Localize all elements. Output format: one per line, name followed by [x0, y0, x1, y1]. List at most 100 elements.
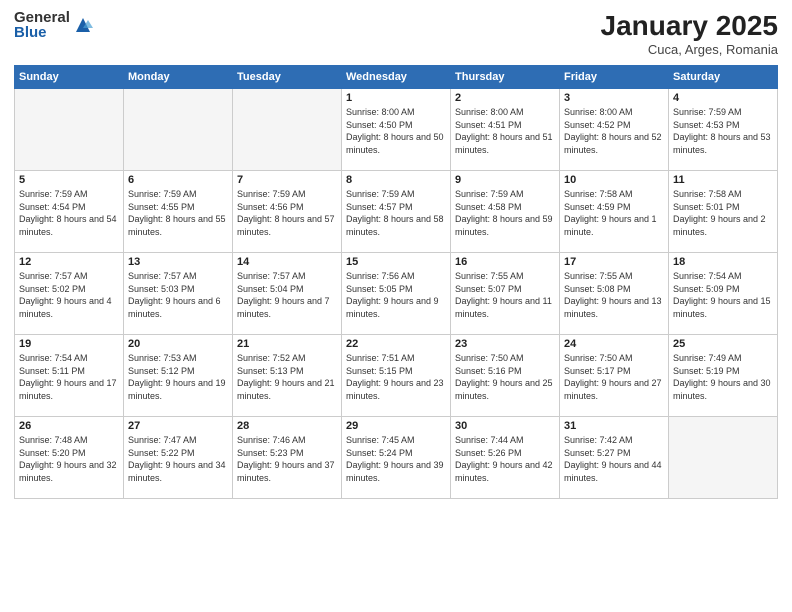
day-number: 14	[237, 256, 337, 268]
day-number: 4	[673, 92, 773, 104]
day-number: 10	[564, 174, 664, 186]
day-number: 22	[346, 338, 446, 350]
col-tuesday: Tuesday	[233, 66, 342, 89]
day-number: 16	[455, 256, 555, 268]
day-info: Sunrise: 7:54 AM Sunset: 5:11 PM Dayligh…	[19, 352, 119, 402]
logo-blue: Blue	[14, 25, 70, 40]
calendar-week-row: 12 Sunrise: 7:57 AM Sunset: 5:02 PM Dayli…	[15, 253, 778, 335]
calendar-day-cell: 15 Sunrise: 7:56 AM Sunset: 5:05 PM Dayli…	[342, 253, 451, 335]
day-info: Sunrise: 7:58 AM Sunset: 4:59 PM Dayligh…	[564, 188, 664, 238]
calendar-table: Sunday Monday Tuesday Wednesday Thursday…	[14, 65, 778, 499]
day-info: Sunrise: 7:59 AM Sunset: 4:54 PM Dayligh…	[19, 188, 119, 238]
calendar-week-row: 1 Sunrise: 8:00 AM Sunset: 4:50 PM Daylig…	[15, 89, 778, 171]
day-number: 9	[455, 174, 555, 186]
day-number: 25	[673, 338, 773, 350]
day-info: Sunrise: 7:59 AM Sunset: 4:53 PM Dayligh…	[673, 106, 773, 156]
day-info: Sunrise: 7:51 AM Sunset: 5:15 PM Dayligh…	[346, 352, 446, 402]
day-number: 26	[19, 420, 119, 432]
day-info: Sunrise: 8:00 AM Sunset: 4:51 PM Dayligh…	[455, 106, 555, 156]
location: Cuca, Arges, Romania	[601, 42, 778, 57]
calendar-week-row: 19 Sunrise: 7:54 AM Sunset: 5:11 PM Dayli…	[15, 335, 778, 417]
day-number: 19	[19, 338, 119, 350]
day-number: 15	[346, 256, 446, 268]
day-info: Sunrise: 7:54 AM Sunset: 5:09 PM Dayligh…	[673, 270, 773, 320]
logo-text: General Blue	[14, 10, 70, 40]
calendar-day-cell	[669, 417, 778, 499]
calendar-day-cell	[233, 89, 342, 171]
calendar-day-cell: 5 Sunrise: 7:59 AM Sunset: 4:54 PM Daylig…	[15, 171, 124, 253]
calendar-day-cell: 20 Sunrise: 7:53 AM Sunset: 5:12 PM Dayli…	[124, 335, 233, 417]
day-number: 29	[346, 420, 446, 432]
day-info: Sunrise: 7:58 AM Sunset: 5:01 PM Dayligh…	[673, 188, 773, 238]
col-thursday: Thursday	[451, 66, 560, 89]
col-friday: Friday	[560, 66, 669, 89]
day-info: Sunrise: 8:00 AM Sunset: 4:52 PM Dayligh…	[564, 106, 664, 156]
day-number: 21	[237, 338, 337, 350]
calendar-day-cell: 21 Sunrise: 7:52 AM Sunset: 5:13 PM Dayli…	[233, 335, 342, 417]
calendar-day-cell: 2 Sunrise: 8:00 AM Sunset: 4:51 PM Daylig…	[451, 89, 560, 171]
calendar-day-cell: 9Sunrise: 7:59 AM Sunset: 4:58 PM Daylig…	[451, 171, 560, 253]
day-info: Sunrise: 7:45 AM Sunset: 5:24 PM Dayligh…	[346, 434, 446, 484]
header: General Blue January 2025 Cuca, Arges, R…	[14, 10, 778, 57]
day-number: 6	[128, 174, 228, 186]
day-number: 24	[564, 338, 664, 350]
col-monday: Monday	[124, 66, 233, 89]
day-info: Sunrise: 7:55 AM Sunset: 5:08 PM Dayligh…	[564, 270, 664, 320]
day-info: Sunrise: 7:59 AM Sunset: 4:56 PM Dayligh…	[237, 188, 337, 238]
day-number: 20	[128, 338, 228, 350]
page: General Blue January 2025 Cuca, Arges, R…	[0, 0, 792, 612]
logo-general: General	[14, 10, 70, 25]
calendar-day-cell: 10 Sunrise: 7:58 AM Sunset: 4:59 PM Dayli…	[560, 171, 669, 253]
calendar-day-cell: 19 Sunrise: 7:54 AM Sunset: 5:11 PM Dayli…	[15, 335, 124, 417]
calendar-day-cell: 11 Sunrise: 7:58 AM Sunset: 5:01 PM Dayli…	[669, 171, 778, 253]
calendar-header-row: Sunday Monday Tuesday Wednesday Thursday…	[15, 66, 778, 89]
calendar-day-cell: 18 Sunrise: 7:54 AM Sunset: 5:09 PM Dayli…	[669, 253, 778, 335]
day-info: Sunrise: 7:59 AM Sunset: 4:55 PM Dayligh…	[128, 188, 228, 238]
calendar-day-cell: 28Sunrise: 7:46 AM Sunset: 5:23 PM Dayli…	[233, 417, 342, 499]
day-number: 31	[564, 420, 664, 432]
day-info: Sunrise: 7:57 AM Sunset: 5:03 PM Dayligh…	[128, 270, 228, 320]
col-saturday: Saturday	[669, 66, 778, 89]
logo-icon	[72, 14, 94, 36]
day-info: Sunrise: 7:56 AM Sunset: 5:05 PM Dayligh…	[346, 270, 446, 320]
calendar-day-cell: 14 Sunrise: 7:57 AM Sunset: 5:04 PM Dayli…	[233, 253, 342, 335]
calendar-day-cell: 12 Sunrise: 7:57 AM Sunset: 5:02 PM Dayli…	[15, 253, 124, 335]
calendar-week-row: 26Sunrise: 7:48 AM Sunset: 5:20 PM Dayli…	[15, 417, 778, 499]
day-number: 12	[19, 256, 119, 268]
day-number: 23	[455, 338, 555, 350]
day-info: Sunrise: 7:59 AM Sunset: 4:57 PM Dayligh…	[346, 188, 446, 238]
calendar-day-cell: 3Sunrise: 8:00 AM Sunset: 4:52 PM Daylig…	[560, 89, 669, 171]
day-info: Sunrise: 7:50 AM Sunset: 5:16 PM Dayligh…	[455, 352, 555, 402]
day-number: 5	[19, 174, 119, 186]
day-info: Sunrise: 7:52 AM Sunset: 5:13 PM Dayligh…	[237, 352, 337, 402]
day-number: 2	[455, 92, 555, 104]
day-info: Sunrise: 7:57 AM Sunset: 5:02 PM Dayligh…	[19, 270, 119, 320]
calendar-day-cell: 13 Sunrise: 7:57 AM Sunset: 5:03 PM Dayli…	[124, 253, 233, 335]
day-number: 13	[128, 256, 228, 268]
calendar-week-row: 5 Sunrise: 7:59 AM Sunset: 4:54 PM Daylig…	[15, 171, 778, 253]
day-number: 27	[128, 420, 228, 432]
day-info: Sunrise: 7:50 AM Sunset: 5:17 PM Dayligh…	[564, 352, 664, 402]
day-number: 8	[346, 174, 446, 186]
title-block: January 2025 Cuca, Arges, Romania	[601, 10, 778, 57]
calendar-day-cell: 24 Sunrise: 7:50 AM Sunset: 5:17 PM Dayli…	[560, 335, 669, 417]
calendar-day-cell: 7 Sunrise: 7:59 AM Sunset: 4:56 PM Daylig…	[233, 171, 342, 253]
calendar-day-cell: 30Sunrise: 7:44 AM Sunset: 5:26 PM Dayli…	[451, 417, 560, 499]
day-info: Sunrise: 8:00 AM Sunset: 4:50 PM Dayligh…	[346, 106, 446, 156]
day-number: 11	[673, 174, 773, 186]
calendar-day-cell: 25 Sunrise: 7:49 AM Sunset: 5:19 PM Dayli…	[669, 335, 778, 417]
day-number: 28	[237, 420, 337, 432]
day-info: Sunrise: 7:49 AM Sunset: 5:19 PM Dayligh…	[673, 352, 773, 402]
calendar-day-cell: 17 Sunrise: 7:55 AM Sunset: 5:08 PM Dayli…	[560, 253, 669, 335]
day-number: 18	[673, 256, 773, 268]
day-info: Sunrise: 7:53 AM Sunset: 5:12 PM Dayligh…	[128, 352, 228, 402]
day-number: 7	[237, 174, 337, 186]
day-number: 1	[346, 92, 446, 104]
calendar-day-cell: 8 Sunrise: 7:59 AM Sunset: 4:57 PM Daylig…	[342, 171, 451, 253]
calendar-day-cell: 4 Sunrise: 7:59 AM Sunset: 4:53 PM Daylig…	[669, 89, 778, 171]
logo: General Blue	[14, 10, 94, 40]
calendar-day-cell: 1 Sunrise: 8:00 AM Sunset: 4:50 PM Daylig…	[342, 89, 451, 171]
day-number: 17	[564, 256, 664, 268]
calendar-day-cell: 16Sunrise: 7:55 AM Sunset: 5:07 PM Dayli…	[451, 253, 560, 335]
day-info: Sunrise: 7:57 AM Sunset: 5:04 PM Dayligh…	[237, 270, 337, 320]
